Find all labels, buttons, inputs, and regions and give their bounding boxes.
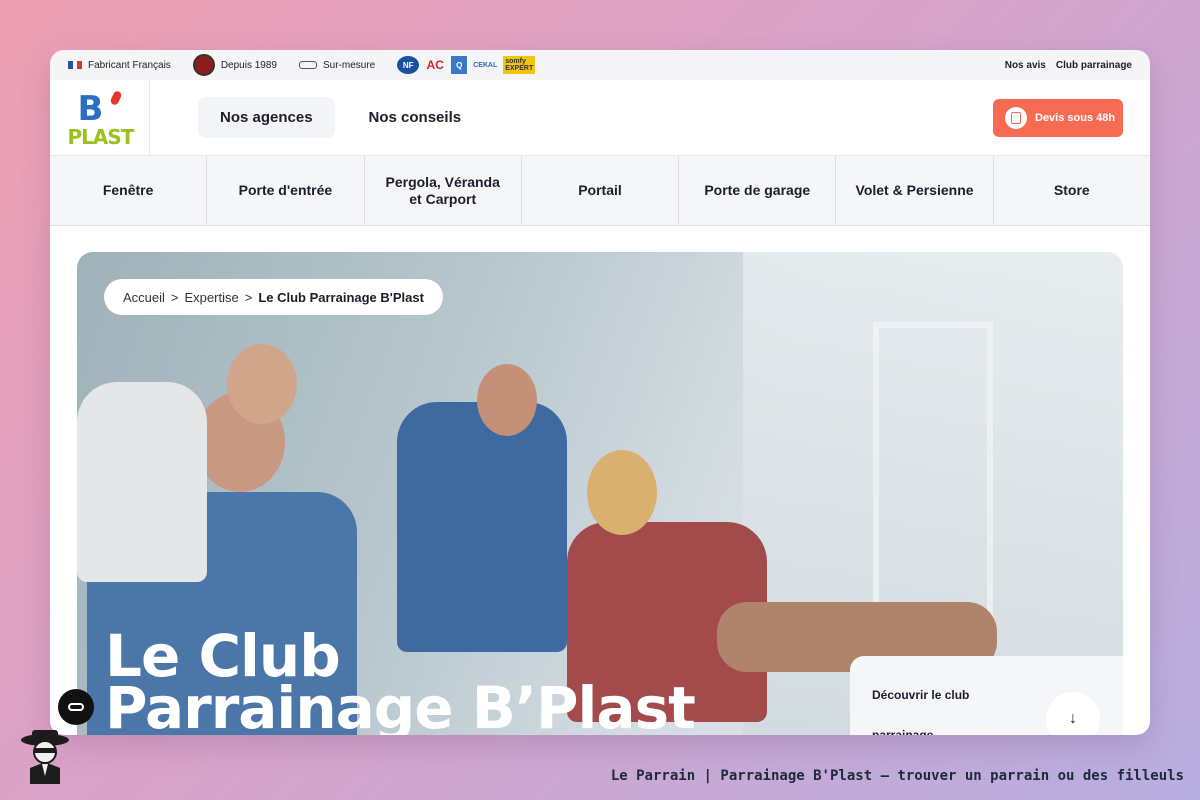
person-4-head: [587, 450, 657, 535]
anniversary-badge-icon: [192, 54, 215, 76]
category-gate[interactable]: Portail: [521, 156, 680, 225]
quote-label: Devis sous 48h: [1035, 111, 1116, 124]
category-window[interactable]: Fenêtre: [50, 156, 208, 225]
category-pergola[interactable]: Pergola, Véranda et Carport: [364, 156, 522, 225]
french-flag-icon: [68, 61, 83, 69]
person-3-body: [397, 402, 567, 652]
certification-logos: NF AC Q CEKAL somfy EXPERT: [397, 56, 536, 74]
cekal-logo-icon: CEKAL: [473, 61, 498, 69]
ac-logo-icon: AC: [426, 58, 444, 72]
hero-window: [873, 322, 993, 622]
somfy-logo-icon: somfy EXPERT: [503, 56, 536, 74]
person-3-head: [477, 364, 537, 436]
breadcrumb-expertise[interactable]: Expertise: [185, 290, 239, 305]
page-title: Le Club Parrainage B’Plast: [105, 622, 696, 735]
nf-logo-icon: NF: [397, 56, 420, 74]
since-label: Depuis 1989: [220, 59, 277, 71]
main-nav: Nos agences Nos conseils: [198, 97, 483, 138]
discover-club-card[interactable]: Découvrir le club parrainage ↓: [850, 656, 1123, 735]
category-shutter[interactable]: Volet & Persienne: [836, 156, 994, 225]
measure-icon: [298, 61, 317, 69]
mascot-logo-icon: [21, 730, 69, 784]
footer-caption: Le Parrain | Parrainage B'Plast — trouve…: [610, 768, 1184, 784]
quote-button[interactable]: Devis sous 48h: [993, 98, 1123, 137]
top-info-bar: Fabricant Français Depuis 1989 Sur-mesur…: [50, 50, 1150, 80]
made-in-label: Fabricant Français: [88, 59, 171, 71]
since-badge: Depuis 1989: [192, 54, 277, 76]
document-icon: [1005, 106, 1027, 129]
category-store[interactable]: Store: [993, 156, 1150, 225]
referral-club-link[interactable]: Club parrainage: [1056, 60, 1132, 71]
breadcrumb-current: Le Club Parrainage B'Plast: [258, 289, 424, 305]
breadcrumb: Accueil > Expertise > Le Club Parrainage…: [104, 279, 443, 315]
link-icon-button[interactable]: [58, 689, 94, 725]
custom-label: Sur-mesure: [322, 59, 376, 71]
nav-advice[interactable]: Nos conseils: [347, 97, 484, 138]
person-2-head: [227, 344, 297, 424]
hero-banner: Accueil > Expertise > Le Club Parrainage…: [77, 252, 1123, 735]
made-in-france: Fabricant Français: [68, 60, 171, 71]
custom-made: Sur-mesure: [298, 59, 376, 71]
q-logo-icon: Q: [451, 56, 468, 74]
browser-window: Fabricant Français Depuis 1989 Sur-mesur…: [50, 50, 1150, 735]
breadcrumb-home[interactable]: Accueil: [123, 290, 165, 305]
category-nav: Fenêtre Porte d'entrée Pergola, Véranda …: [50, 156, 1150, 226]
logo-link[interactable]: B PLAST: [50, 79, 150, 156]
person-2-body: [77, 382, 207, 582]
bplast-logo: B PLAST: [67, 88, 135, 149]
category-entrance-door[interactable]: Porte d'entrée: [207, 156, 365, 225]
category-garage-door[interactable]: Porte de garage: [679, 156, 837, 225]
link-icon: [68, 703, 84, 711]
nav-agencies[interactable]: Nos agences: [198, 97, 335, 138]
site-header: B PLAST Nos agences Nos conseils Devis s…: [50, 79, 1150, 156]
reviews-link[interactable]: Nos avis: [1005, 60, 1046, 71]
top-links: Nos avis Club parrainage: [1005, 60, 1132, 71]
